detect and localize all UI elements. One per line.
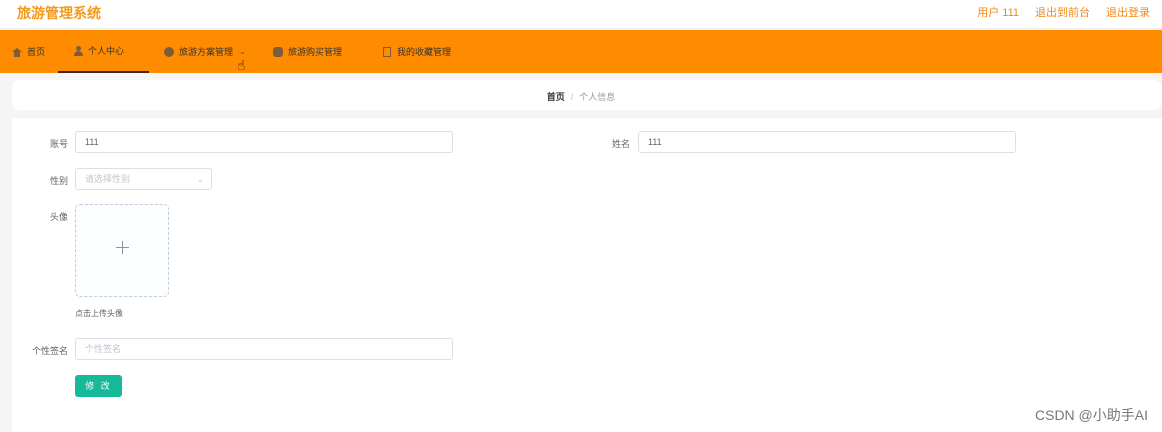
gender-select[interactable]: 请选择性别 ⌄ — [75, 168, 212, 190]
top-header: 旅游管理系统 用户 111 退出到前台 退出登录 — [0, 0, 1162, 29]
nav-label: 我的收藏管理 — [397, 47, 452, 57]
file-icon — [382, 46, 392, 57]
account-field[interactable]: 111 — [75, 131, 453, 153]
avatar-uploader[interactable] — [75, 204, 169, 297]
profile-form — [12, 118, 1162, 432]
pointer-cursor-icon: ☝ — [237, 57, 246, 73]
plus-icon-vertical — [122, 241, 123, 254]
signature-field[interactable]: 个性签名 — [75, 338, 453, 360]
user-icon — [73, 45, 83, 56]
nav-label: 旅游方案管理 — [179, 47, 234, 57]
chevron-down-icon: ⌄ — [239, 47, 246, 56]
app-title: 旅游管理系统 — [17, 5, 101, 21]
nav-label: 首页 — [27, 47, 46, 57]
disc-icon — [164, 46, 174, 57]
nav-item-home[interactable]: 首页 — [12, 30, 45, 73]
breadcrumb-separator: / — [570, 92, 574, 102]
chevron-down-icon: ⌄ — [196, 174, 204, 184]
gender-placeholder: 请选择性别 — [85, 174, 131, 184]
avatar-upload-tip: 点击上传头像 — [75, 309, 123, 318]
nav-item-purchase[interactable]: 旅游购买管理 — [273, 30, 342, 73]
avatar-label: 头像 — [49, 212, 68, 222]
nav-item-tour-plans[interactable]: 旅游方案管理 ⌄ — [164, 30, 246, 73]
nav-label: 旅游购买管理 — [288, 47, 343, 57]
name-field[interactable]: 111 — [638, 131, 1016, 153]
signature-label: 个性签名 — [31, 346, 68, 356]
user-label[interactable]: 用户 111 — [977, 4, 1019, 20]
breadcrumb-home[interactable]: 首页 — [547, 92, 565, 102]
front-link[interactable]: 退出到前台 — [1035, 4, 1090, 20]
account-label: 账号 — [49, 139, 68, 149]
watermark: CSDN @小助手AI — [1035, 407, 1148, 423]
submit-button[interactable]: 修 改 — [75, 375, 122, 397]
nav-label: 个人中心 — [88, 46, 125, 56]
breadcrumb: 首页 / 个人信息 — [0, 90, 1162, 103]
breadcrumb-current: 个人信息 — [579, 92, 616, 102]
nav-item-favorites[interactable]: 我的收藏管理 — [382, 30, 451, 73]
home-icon — [12, 47, 22, 57]
cart-icon — [273, 46, 283, 57]
top-links: 用户 111 退出到前台 退出登录 — [977, 4, 1150, 20]
nav-item-personal-center[interactable]: 个人中心 — [58, 30, 149, 73]
logout-link[interactable]: 退出登录 — [1106, 4, 1150, 20]
main-nav: 首页 个人中心 旅游方案管理 ⌄ 旅游购买管理 我的收藏管理 — [0, 30, 1162, 73]
name-label: 姓名 — [611, 139, 630, 149]
gender-label: 性别 — [49, 176, 68, 186]
